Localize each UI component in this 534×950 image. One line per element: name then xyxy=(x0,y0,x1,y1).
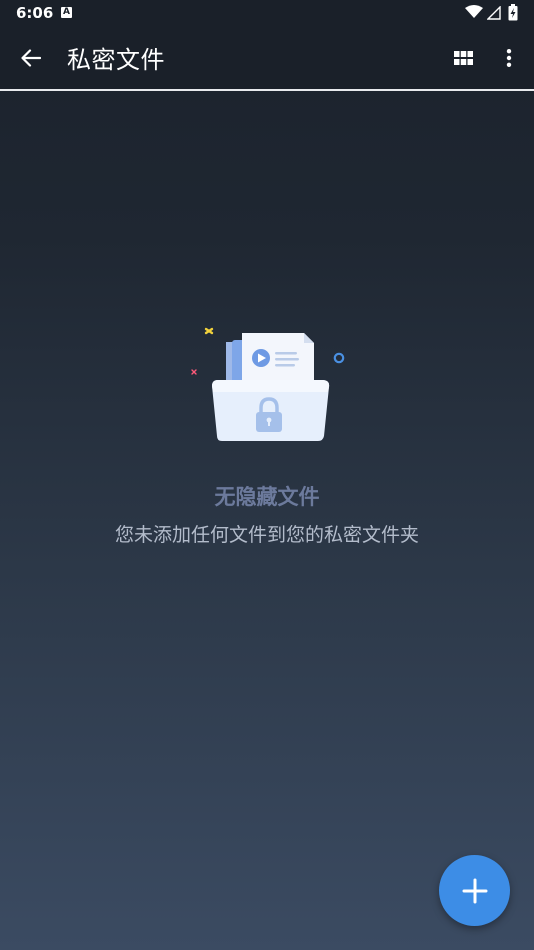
back-button[interactable] xyxy=(12,39,50,77)
plus-icon xyxy=(462,878,487,903)
signal-icon xyxy=(487,6,501,20)
battery-charging-icon xyxy=(508,4,518,21)
add-file-button[interactable] xyxy=(439,855,510,926)
status-bar: 6:06 A xyxy=(0,0,534,26)
arrow-left-icon xyxy=(21,49,41,67)
empty-state-subtitle: 您未添加任何文件到您的私密文件夹 xyxy=(114,524,419,546)
more-options-button[interactable] xyxy=(494,40,524,76)
more-vert-icon xyxy=(506,49,512,67)
app-bar: 私密文件 xyxy=(0,26,534,91)
status-time: 6:06 xyxy=(16,4,54,22)
page-title: 私密文件 xyxy=(67,46,165,74)
notification-letter: A xyxy=(63,7,70,17)
grid-view-icon xyxy=(453,51,473,65)
app-notification-icon: A xyxy=(61,7,72,18)
grid-view-button[interactable] xyxy=(444,40,482,76)
locked-folder-icon xyxy=(191,327,345,441)
wifi-icon xyxy=(465,5,483,18)
empty-state-title: 无隐藏文件 xyxy=(214,485,320,509)
